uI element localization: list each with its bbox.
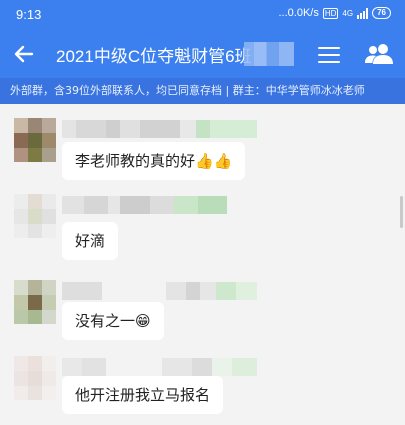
sender-avatar[interactable] bbox=[14, 280, 56, 324]
grinning-face-icon: 😁 bbox=[135, 312, 151, 330]
status-time: 9:13 bbox=[16, 7, 42, 22]
sender-name-redacted bbox=[62, 120, 257, 138]
message-bubble[interactable]: 没有之一😁 bbox=[62, 302, 164, 340]
chat-header: 2021中级C位夺魁财管6班 bbox=[0, 30, 405, 78]
group-info-banner: 外部群，含39位外部联系人，均已同意存档 | 群主：中华学管师冰冰老师 bbox=[0, 78, 405, 104]
message-text: 他开注册我立马报名 bbox=[75, 386, 211, 404]
sender-avatar[interactable] bbox=[14, 194, 56, 238]
menu-button[interactable] bbox=[318, 44, 340, 64]
hamburger-menu-icon bbox=[318, 47, 340, 63]
message-text: 没有之一 bbox=[75, 312, 136, 330]
signal-icon bbox=[357, 7, 369, 19]
message-bubble[interactable]: 好滴 bbox=[62, 222, 119, 260]
group-members-icon bbox=[365, 44, 393, 64]
status-indicators: ...0.0K/s HD 4G 76 bbox=[278, 7, 391, 19]
message-text: 李老师教的真的好 bbox=[75, 152, 196, 170]
sender-avatar[interactable] bbox=[14, 356, 56, 400]
arrow-left-icon bbox=[14, 45, 34, 63]
network-speed: ...0.0K/s bbox=[278, 7, 319, 19]
chat-title: 2021中级C位夺魁财管6班 bbox=[56, 47, 252, 66]
back-button[interactable] bbox=[10, 40, 38, 68]
sender-name-redacted bbox=[62, 282, 257, 300]
network-type: 4G bbox=[342, 8, 354, 18]
members-button[interactable] bbox=[364, 42, 394, 66]
status-bar: 9:13 ...0.0K/s HD 4G 76 bbox=[0, 0, 405, 30]
message-text: 好滴 bbox=[75, 232, 106, 250]
hd-icon: HD bbox=[322, 7, 339, 19]
sender-name-redacted bbox=[62, 358, 257, 376]
message-bubble[interactable]: 他开注册我立马报名 bbox=[62, 376, 224, 414]
sender-avatar[interactable] bbox=[14, 118, 56, 162]
title-redaction bbox=[244, 42, 294, 66]
sender-name-redacted bbox=[62, 196, 227, 214]
message-bubble[interactable]: 李老师教的真的好👍👍 bbox=[62, 142, 246, 180]
message-list[interactable]: 李老师教的真的好👍👍 好滴 没有之一😁 他开注册我立马报名 bbox=[0, 104, 405, 425]
scrollbar[interactable] bbox=[400, 196, 403, 228]
thumbs-up-icon: 👍👍 bbox=[195, 152, 233, 170]
battery-icon: 76 bbox=[372, 7, 391, 19]
